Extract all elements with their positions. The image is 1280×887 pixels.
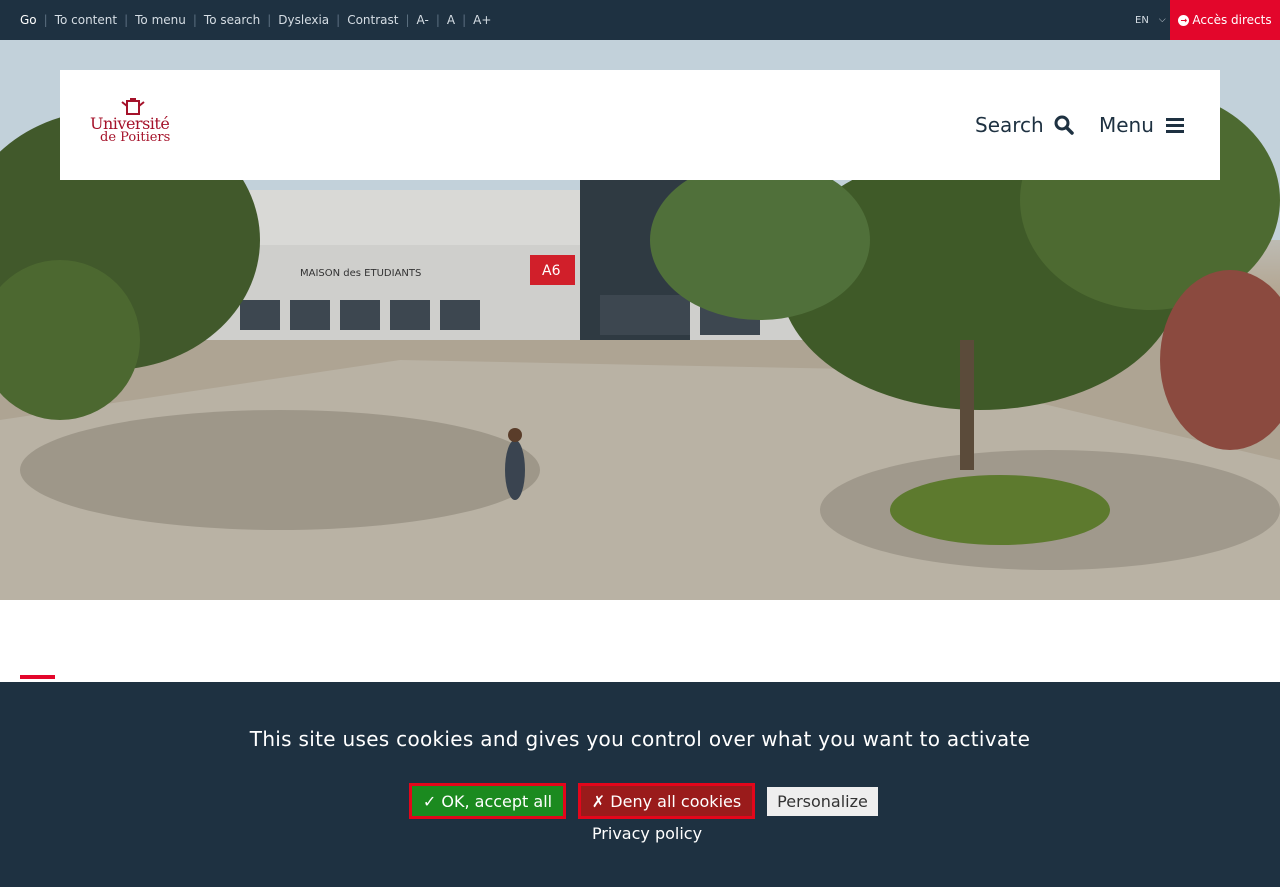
font-decrease-button[interactable]: A- — [417, 13, 429, 27]
separator: | — [336, 13, 341, 27]
separator: | — [192, 13, 197, 27]
font-increase-button[interactable]: A+ — [473, 13, 491, 27]
site-header: Université de Poitiers Search Menu — [60, 70, 1220, 180]
font-reset-button[interactable]: A — [447, 13, 455, 27]
language-label: EN — [1135, 14, 1149, 26]
personalize-button[interactable]: Personalize — [767, 787, 878, 816]
accessibility-links: Go | To content | To menu | To search | … — [20, 0, 491, 40]
cookie-banner: This site uses cookies and gives you con… — [0, 682, 1280, 887]
search-icon — [1054, 115, 1074, 135]
section-accent-line — [20, 675, 55, 679]
university-logo[interactable]: Université de Poitiers — [90, 96, 174, 152]
chevron-down-icon: ⌵ — [1158, 15, 1166, 25]
link-to-content[interactable]: To content — [55, 13, 117, 27]
deny-all-button[interactable]: ✗ Deny all cookies — [578, 783, 755, 819]
arrow-circle-right-icon: → — [1178, 14, 1190, 26]
accessibility-bar: Go | To content | To menu | To search | … — [0, 0, 1280, 40]
language-selector[interactable]: EN ⌵ — [1135, 0, 1170, 40]
separator: | — [124, 13, 129, 27]
search-button[interactable]: Search — [975, 110, 1074, 140]
logo-wordmark-line2: de Poitiers — [100, 130, 171, 145]
building-code: A6 — [542, 263, 561, 279]
building-sign: MAISON des ETUDIANTS — [300, 268, 421, 279]
menu-label: Menu — [1099, 113, 1154, 137]
separator: | — [405, 13, 410, 27]
separator: | — [267, 13, 272, 27]
link-to-search[interactable]: To search — [204, 13, 260, 27]
link-dyslexia[interactable]: Dyslexia — [278, 13, 329, 27]
quick-access-label: Accès directs — [1192, 13, 1272, 27]
separator: | — [435, 13, 440, 27]
link-to-menu[interactable]: To menu — [135, 13, 186, 27]
search-label: Search — [975, 113, 1044, 137]
hamburger-icon — [1165, 118, 1184, 133]
privacy-policy-link[interactable]: Privacy policy — [0, 824, 1280, 843]
accept-all-button[interactable]: ✓ OK, accept all — [409, 783, 566, 819]
quick-access-button[interactable]: → Accès directs — [1170, 0, 1280, 40]
link-contrast[interactable]: Contrast — [347, 13, 398, 27]
separator: | — [43, 13, 48, 27]
separator: | — [462, 13, 467, 27]
cookie-message: This site uses cookies and gives you con… — [249, 727, 1031, 751]
link-go[interactable]: Go — [20, 13, 37, 27]
menu-button[interactable]: Menu — [1099, 110, 1184, 140]
